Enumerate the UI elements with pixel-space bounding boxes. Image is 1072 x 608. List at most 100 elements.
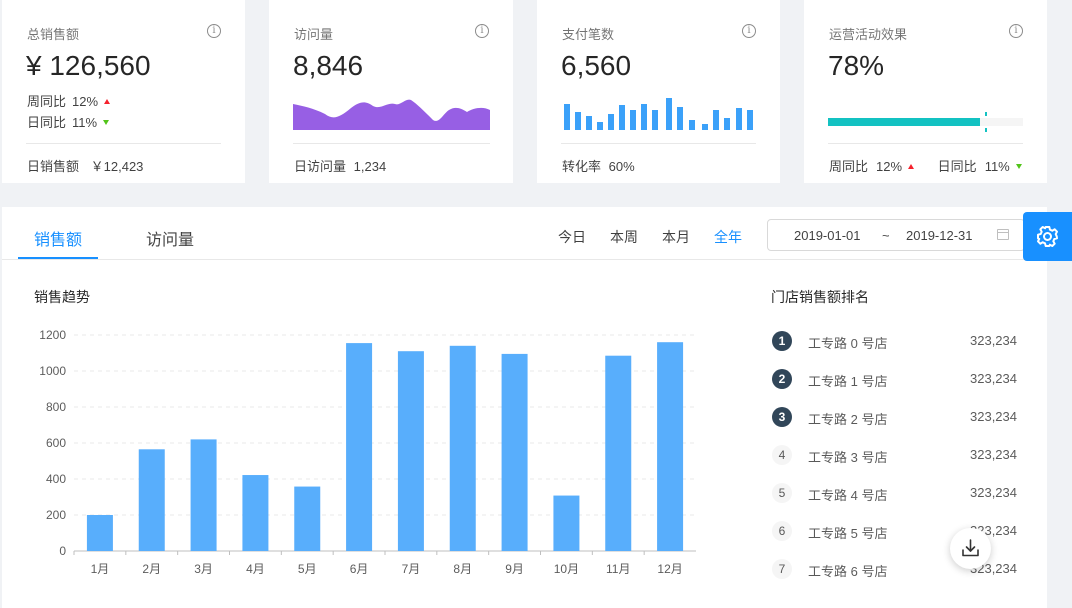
info-icon[interactable]: i bbox=[1009, 24, 1023, 38]
settings-button[interactable] bbox=[1023, 212, 1072, 261]
ranking-title: 门店销售额排名 bbox=[771, 289, 869, 305]
card-value: 8,846 bbox=[293, 50, 364, 81]
stat-card-payments: 支付笔数 i 6,560 转化率 60% bbox=[537, 0, 780, 183]
chart-bar[interactable] bbox=[397, 351, 424, 551]
rank-number: 5 bbox=[772, 483, 792, 503]
x-tick-label: 9月 bbox=[505, 562, 524, 576]
ranking-item: 1 工专路 0 号店 323,234 bbox=[772, 330, 1017, 352]
dod-value: 11% bbox=[72, 115, 98, 130]
payments-mini-bars bbox=[564, 98, 753, 130]
footer-label: 转化率 bbox=[562, 159, 602, 174]
tabs-bar: 销售额 访问量 今日 本周 本月 全年 2019-01-01 ~ 2019-12… bbox=[2, 207, 1047, 260]
chart-bar[interactable] bbox=[242, 475, 269, 551]
card-title: 运营活动效果 bbox=[829, 27, 908, 42]
date-end[interactable]: 2019-12-31 bbox=[906, 228, 973, 243]
x-tick-label: 4月 bbox=[246, 562, 265, 576]
progress-target-marker bbox=[985, 112, 987, 132]
card-value: 6,560 bbox=[561, 50, 632, 81]
card-value: 78% bbox=[828, 50, 885, 81]
date-range-picker[interactable]: 2019-01-01 ~ 2019-12-31 bbox=[767, 219, 1025, 251]
card-title: 总销售额 bbox=[27, 27, 80, 42]
ranking-item: 5 工专路 4 号店 323,234 bbox=[772, 482, 1017, 504]
mini-bar bbox=[597, 122, 603, 130]
info-icon[interactable]: i bbox=[475, 24, 489, 38]
x-tick-label: 8月 bbox=[453, 562, 472, 576]
x-tick-label: 12月 bbox=[657, 562, 682, 576]
download-button[interactable] bbox=[950, 528, 991, 569]
card-divider bbox=[561, 143, 756, 144]
rank-number: 2 bbox=[772, 369, 792, 389]
info-icon[interactable]: i bbox=[742, 24, 756, 38]
chart-bar[interactable] bbox=[657, 342, 684, 551]
card-title: 支付笔数 bbox=[562, 27, 615, 42]
card-divider bbox=[26, 143, 221, 144]
tab-sales[interactable]: 销售额 bbox=[34, 226, 82, 250]
range-week[interactable]: 本周 bbox=[610, 227, 638, 247]
mini-bar bbox=[652, 110, 658, 130]
x-tick-label: 1月 bbox=[91, 562, 110, 576]
store-name: 工专路 0 号店 bbox=[808, 336, 888, 351]
chart-bar[interactable] bbox=[605, 355, 632, 551]
date-separator: ~ bbox=[882, 228, 890, 243]
date-start[interactable]: 2019-01-01 bbox=[794, 228, 861, 243]
card-value: ¥ 126,560 bbox=[26, 50, 151, 81]
store-sales-value: 323,234 bbox=[970, 333, 1017, 348]
chart-bar[interactable] bbox=[294, 486, 321, 551]
range-month[interactable]: 本月 bbox=[662, 227, 690, 247]
x-tick-label: 3月 bbox=[194, 562, 213, 576]
card-footer: 日销售额 ￥12,423 bbox=[27, 156, 143, 175]
sales-bar-chart: 0 200 400 600 800 1000 1200 1月 2月 3月 4月 5月 6月 7月 8月 9月… bbox=[39, 328, 696, 576]
dod-trend: 日同比 11% bbox=[27, 112, 110, 131]
tab-visits[interactable]: 访问量 bbox=[146, 226, 194, 250]
mini-bar bbox=[575, 112, 581, 130]
stat-card-campaign: 运营活动效果 i 78% 周同比 12% 日同比 11% bbox=[804, 0, 1047, 183]
mini-bar bbox=[724, 118, 730, 130]
chart-bar[interactable] bbox=[553, 495, 580, 551]
caret-down-icon bbox=[1015, 164, 1022, 169]
range-year[interactable]: 全年 bbox=[714, 227, 742, 247]
y-tick-label: 200 bbox=[46, 508, 66, 522]
mini-bar bbox=[702, 124, 708, 130]
visits-area-sparkline bbox=[293, 99, 490, 130]
footer-label: 日访问量 bbox=[294, 159, 347, 174]
mini-bar bbox=[608, 114, 614, 130]
stat-card-total-sales: 总销售额 i ¥ 126,560 周同比 12% 日同比 11% 日销售额 ￥12,… bbox=[2, 0, 245, 183]
wow-value: 12% bbox=[72, 94, 99, 109]
progress-track bbox=[828, 112, 1023, 132]
chart-bar[interactable] bbox=[449, 345, 476, 551]
progress-fill bbox=[828, 118, 980, 126]
chart-bar[interactable] bbox=[190, 439, 217, 551]
store-name: 工专路 2 号店 bbox=[808, 412, 888, 427]
mini-bar bbox=[677, 107, 683, 130]
info-icon[interactable]: i bbox=[207, 24, 221, 38]
ranking-item: 4 工专路 3 号店 323,234 bbox=[772, 444, 1017, 466]
tab-ink-bar bbox=[18, 257, 98, 259]
wow-trend: 周同比 12% bbox=[27, 91, 111, 110]
store-name: 工专路 3 号店 bbox=[808, 450, 888, 465]
chart-bar[interactable] bbox=[501, 353, 528, 551]
rank-number: 4 bbox=[772, 445, 792, 465]
x-tick-label: 2月 bbox=[142, 562, 161, 576]
mini-bar bbox=[666, 98, 672, 130]
wow-label: 周同比 bbox=[27, 94, 67, 109]
chart-bar[interactable] bbox=[346, 343, 373, 551]
chart-bar[interactable] bbox=[138, 449, 165, 551]
store-sales-value: 323,234 bbox=[970, 371, 1017, 386]
range-today[interactable]: 今日 bbox=[558, 227, 586, 247]
y-tick-label: 600 bbox=[46, 436, 66, 450]
rank-number: 6 bbox=[772, 521, 792, 541]
mini-bar bbox=[641, 104, 647, 130]
store-sales-value: 323,234 bbox=[970, 409, 1017, 424]
dod-label: 日同比 bbox=[937, 159, 977, 174]
visits-area bbox=[293, 99, 490, 130]
x-tick-label: 5月 bbox=[298, 562, 317, 576]
store-name: 工专路 1 号店 bbox=[808, 374, 888, 389]
chart-bar[interactable] bbox=[86, 515, 113, 551]
rank-number: 3 bbox=[772, 407, 792, 427]
rank-number: 1 bbox=[772, 331, 792, 351]
x-tick-label: 7月 bbox=[402, 562, 421, 576]
footer-label: 日销售额 bbox=[27, 159, 80, 174]
caret-up-icon bbox=[104, 99, 111, 104]
store-sales-value: 323,234 bbox=[970, 485, 1017, 500]
x-tick-label: 10月 bbox=[554, 562, 579, 576]
